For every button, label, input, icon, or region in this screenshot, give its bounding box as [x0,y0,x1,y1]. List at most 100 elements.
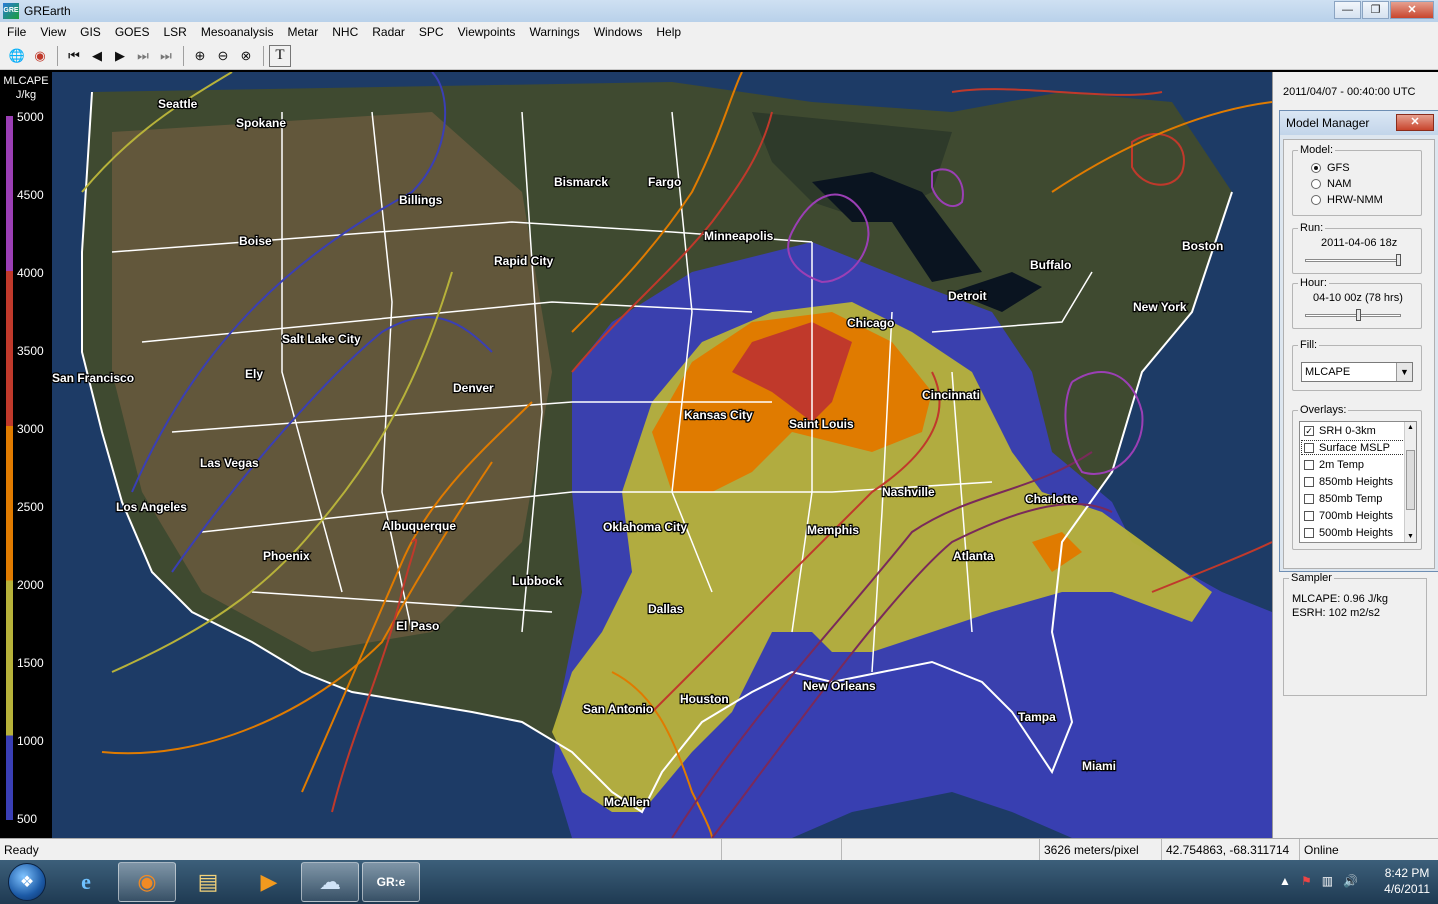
radio-gfs[interactable]: GFS [1311,162,1350,174]
model-manager-titlebar[interactable]: Model Manager ✕ [1280,111,1438,135]
last-frame-icon[interactable]: ⏭ [155,45,177,67]
menu-file[interactable]: File [0,25,33,39]
menu-view[interactable]: View [33,25,73,39]
sampler-label: Sampler [1289,572,1334,584]
play-icon[interactable]: ▶ [109,45,131,67]
legend-tick: 3000 [17,422,44,436]
hour-slider-thumb[interactable] [1355,309,1361,321]
tray-volume-icon[interactable]: 🔊 [1343,874,1358,888]
menu-radar[interactable]: Radar [365,25,412,39]
overlay-item[interactable]: 700mb Heights [1300,507,1416,524]
toolbar-separator [57,45,58,66]
run-value: 2011-04-06 18z [1321,237,1398,249]
overlay-label: 500mb Heights [1319,526,1393,539]
start-button[interactable]: ❖ [0,860,54,904]
model-manager-close-button[interactable]: ✕ [1396,114,1434,131]
scroll-thumb[interactable] [1406,450,1415,510]
overlay-item[interactable]: ✓ SRH 0-3km [1300,422,1416,439]
overlay-item[interactable]: 850mb Heights [1300,473,1416,490]
first-frame-icon[interactable]: ⏮ [63,45,85,67]
overlay-item[interactable]: 850mb Temp [1300,490,1416,507]
scroll-down-icon[interactable]: ▼ [1407,533,1414,540]
zoom-reset-icon[interactable]: ⊗ [235,45,257,67]
legend-tick: 2000 [17,578,44,592]
radio-hrw-nmm[interactable]: HRW-NMM [1311,194,1383,206]
run-slider-thumb[interactable] [1396,254,1401,266]
checkbox[interactable] [1304,510,1314,521]
menu-spc[interactable]: SPC [412,25,451,39]
overlays-group: Overlays: ✓ SRH 0-3km Surface MSLP 2m Tem… [1292,404,1422,550]
globe-icon[interactable]: 🌐 [6,45,28,67]
checkbox[interactable]: ✓ [1304,425,1314,436]
city-label: New York [1133,300,1187,314]
menu-lsr[interactable]: LSR [157,25,194,39]
checkbox[interactable] [1304,493,1314,504]
mlcape-legend: MLCAPE J/kg 5000 4500 4000 3500 3000 250… [0,72,52,838]
overlay-item[interactable]: 2m Temp [1300,456,1416,473]
run-slider-track[interactable] [1305,254,1401,266]
zoom-out-icon[interactable]: ⊖ [212,45,234,67]
windows-logo-icon: ❖ [8,863,46,901]
menu-windows[interactable]: Windows [587,25,650,39]
menu-goes[interactable]: GOES [108,25,157,39]
menu-gis[interactable]: GIS [73,25,108,39]
text-tool-icon[interactable]: T [269,44,291,67]
model-manager-title: Model Manager [1286,116,1370,130]
legend-colorbar [6,116,13,820]
tray-flag-icon[interactable]: ⚑ [1301,874,1312,888]
city-label: Buffalo [1030,258,1071,272]
menu-metar[interactable]: Metar [281,25,326,39]
step-forward-icon[interactable]: ⏭ [132,45,154,67]
checkbox[interactable] [1304,459,1314,470]
taskbar-clock[interactable]: 8:42 PM 4/6/2011 [1384,865,1430,897]
overlay-label: 850mb Temp [1319,492,1383,505]
menu-nhc[interactable]: NHC [325,25,365,39]
maximize-button[interactable]: ❐ [1362,1,1389,19]
overlay-item[interactable]: 500mb Heights [1300,524,1416,541]
overlays-scrollbar[interactable]: ▲ ▼ [1404,422,1416,542]
grearth-taskbar-button[interactable]: GR:e [362,862,420,902]
system-tray: ▲ ⚑ ▥ 🔊 [1269,874,1358,888]
media-player-icon[interactable]: ▶ [240,862,298,902]
menu-help[interactable]: Help [649,25,688,39]
overlay-label: 700mb Heights [1319,509,1393,522]
firefox-icon[interactable]: ◉ [118,862,176,902]
map-canvas[interactable]: Seattle Spokane Billings Bismarck Fargo … [52,72,1272,838]
hour-slider-track[interactable] [1305,309,1401,321]
overlays-list[interactable]: ✓ SRH 0-3km Surface MSLP 2m Temp 850mb He… [1299,421,1417,543]
zoom-in-icon[interactable]: ⊕ [189,45,211,67]
city-label: Las Vegas [200,456,259,470]
menu-warnings[interactable]: Warnings [522,25,586,39]
overlay-item[interactable]: Surface MSLP [1300,439,1416,456]
step-back-icon[interactable]: ◀ [86,45,108,67]
city-label: Houston [680,692,729,706]
radio-button[interactable] [1311,163,1321,173]
city-label: Miami [1082,759,1116,773]
chevron-down-icon[interactable]: ▼ [1396,363,1412,381]
model-manager-body: Model: GFS NAM HRW-NMM Run: 2011-04-06 1… [1283,139,1435,569]
close-button[interactable]: ✕ [1390,1,1434,19]
tray-arrow-icon[interactable]: ▲ [1279,874,1291,888]
hour-group: Hour: 04-10 00z (78 hrs) [1292,277,1422,329]
menu-viewpoints[interactable]: Viewpoints [451,25,523,39]
tray-network-icon[interactable]: ▥ [1322,874,1333,888]
city-label: Seattle [158,97,198,111]
minimize-button[interactable]: — [1334,1,1361,19]
radio-nam[interactable]: NAM [1311,178,1351,190]
menu-mesoanalysis[interactable]: Mesoanalysis [194,25,281,39]
checkbox[interactable] [1304,476,1314,487]
map-view[interactable]: Seattle Spokane Billings Bismarck Fargo … [52,72,1272,838]
weather-app-icon[interactable]: ☁ [301,862,359,902]
folder-icon[interactable]: ▤ [179,862,237,902]
status-scale: 3626 meters/pixel [1040,839,1162,861]
fill-select[interactable]: MLCAPE ▼ [1301,362,1413,382]
checkbox[interactable] [1304,442,1314,453]
toolbar-separator [183,45,184,66]
radio-button[interactable] [1311,195,1321,205]
checkbox[interactable] [1304,527,1314,538]
radio-button[interactable] [1311,179,1321,189]
ie-icon[interactable]: e [57,862,115,902]
scroll-up-icon[interactable]: ▲ [1407,424,1414,431]
earth-red-icon[interactable]: ◉ [29,45,51,67]
city-label: Dallas [648,602,684,616]
